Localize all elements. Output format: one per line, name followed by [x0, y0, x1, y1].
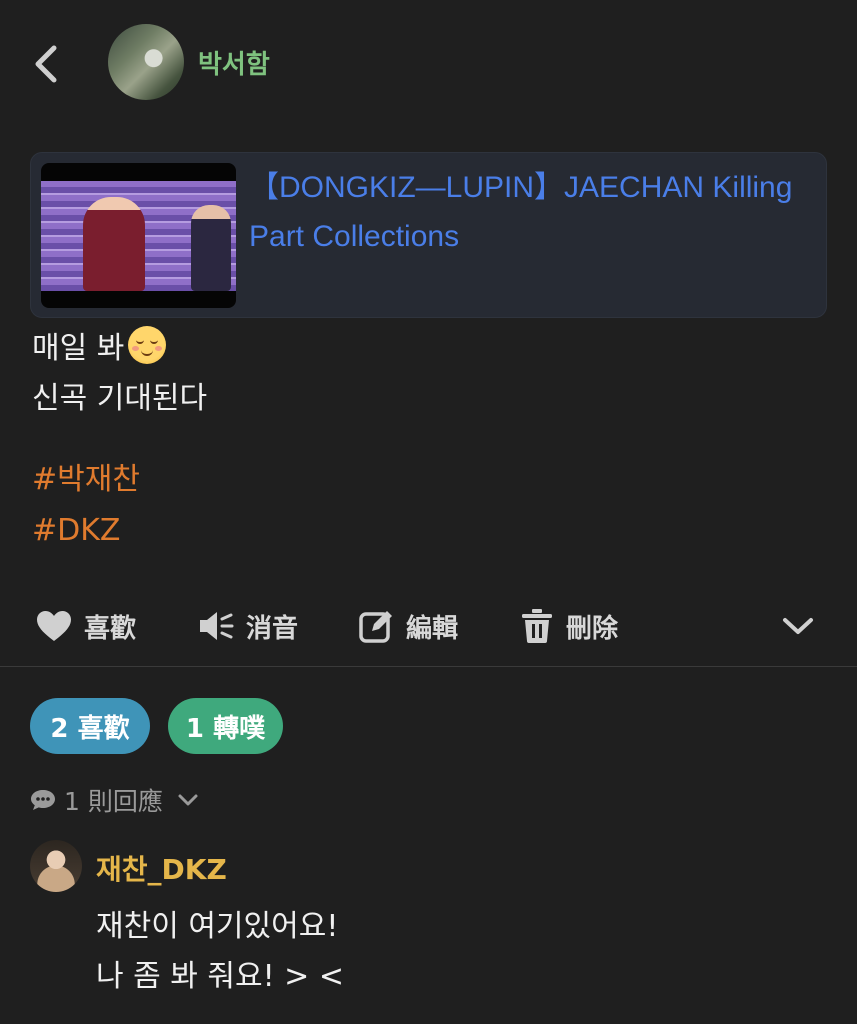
edit-label: 編輯 — [406, 613, 459, 644]
likes-count-pill[interactable]: 2 喜歡 — [30, 698, 150, 754]
more-options-button[interactable] — [780, 600, 816, 652]
response-content: 재찬이 여기있어요! 나 좀 봐 줘요! > < — [96, 902, 344, 1002]
video-thumbnail — [41, 163, 236, 308]
post-action-bar: 喜歡 消音 編輯 刪除 — [0, 600, 857, 652]
response-line-1: 재찬이 여기있어요! — [96, 909, 339, 944]
post-tags: #박재찬 #DKZ — [32, 454, 140, 556]
chevron-down-icon — [783, 618, 813, 634]
hashtag[interactable]: #박재찬 — [32, 454, 140, 505]
responder-avatar[interactable] — [30, 840, 82, 892]
author-name[interactable]: 박서함 — [198, 44, 270, 81]
link-preview-card[interactable]: 【DONGKIZ—LUPIN】JAECHAN Killing Part Coll… — [30, 152, 827, 318]
mute-label: 消音 — [246, 613, 299, 644]
delete-button[interactable]: 刪除 — [520, 600, 618, 652]
smiling-face-emoji-icon — [128, 326, 167, 364]
chevron-down-icon — [178, 794, 198, 806]
heart-icon — [37, 611, 71, 641]
back-button[interactable] — [30, 42, 66, 86]
hashtag[interactable]: #DKZ — [32, 505, 140, 556]
edit-icon — [359, 611, 392, 643]
divider — [0, 666, 857, 667]
responses-toggle[interactable]: 1 則回應 — [30, 780, 199, 820]
like-button[interactable]: 喜歡 — [36, 600, 136, 652]
author-avatar[interactable] — [108, 24, 184, 100]
response-line-2: 나 좀 봐 줘요! > < — [96, 959, 344, 994]
chevron-left-icon — [35, 45, 57, 83]
edit-button[interactable]: 編輯 — [358, 600, 458, 652]
trash-icon — [522, 609, 552, 643]
plurk-post-view: 박서함 【DONGKIZ—LUPIN】JAECHAN Killing Part … — [0, 0, 857, 1024]
speaker-mute-icon — [200, 612, 234, 640]
responses-count-label: 1 則回應 — [64, 787, 163, 816]
header: 박서함 — [0, 0, 857, 130]
post-line-1: 매일 봐 — [32, 331, 125, 366]
like-label: 喜歡 — [84, 613, 137, 644]
responder-name[interactable]: 재찬_DKZ — [96, 848, 227, 888]
mute-button[interactable]: 消音 — [198, 600, 298, 652]
post-line-2: 신곡 기대된다 — [32, 381, 208, 416]
delete-label: 刪除 — [566, 613, 619, 644]
comment-bubble-icon — [31, 790, 55, 810]
post-content: 매일 봐 신곡 기대된다 — [32, 324, 812, 424]
link-preview-title[interactable]: 【DONGKIZ—LUPIN】JAECHAN Killing Part Coll… — [249, 163, 809, 261]
replurks-count-pill[interactable]: 1 轉噗 — [168, 698, 283, 754]
